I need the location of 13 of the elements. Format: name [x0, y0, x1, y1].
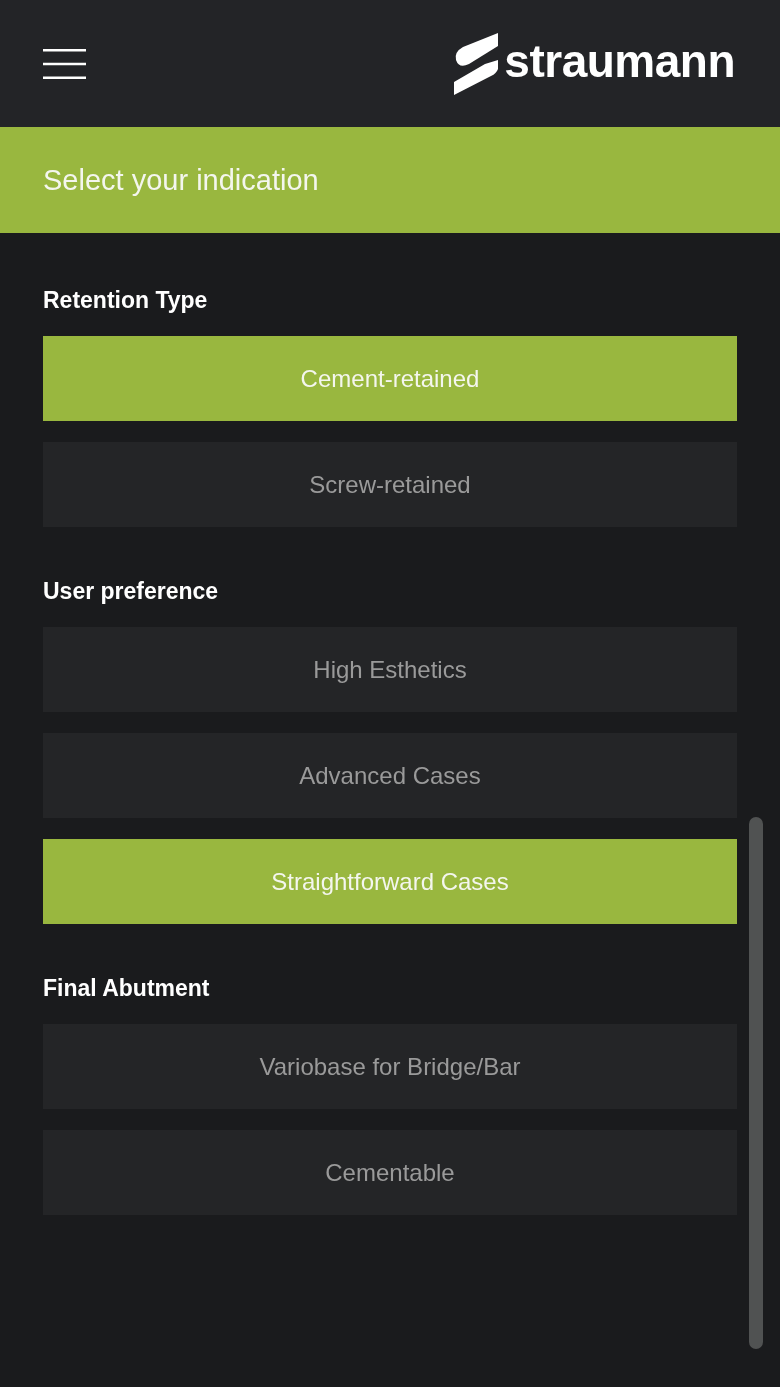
logo-mark-icon [454, 32, 499, 95]
option-button[interactable]: Cementable [43, 1130, 737, 1215]
logo-wordmark: straumann [504, 37, 735, 84]
option-button[interactable]: Advanced Cases [43, 733, 737, 818]
scrollbar[interactable] [749, 817, 763, 1349]
menu-icon[interactable] [43, 48, 86, 79]
section-heading: Retention Type [43, 286, 209, 315]
option-button[interactable]: Variobase for Bridge/Bar [43, 1024, 737, 1109]
page-title: Select your indication [43, 165, 319, 195]
option-button[interactable]: High Esthetics [43, 627, 737, 712]
section-heading: Final Abutment [43, 974, 211, 1003]
option-button[interactable]: Screw-retained [43, 442, 737, 527]
section-heading: User preference [43, 577, 220, 606]
